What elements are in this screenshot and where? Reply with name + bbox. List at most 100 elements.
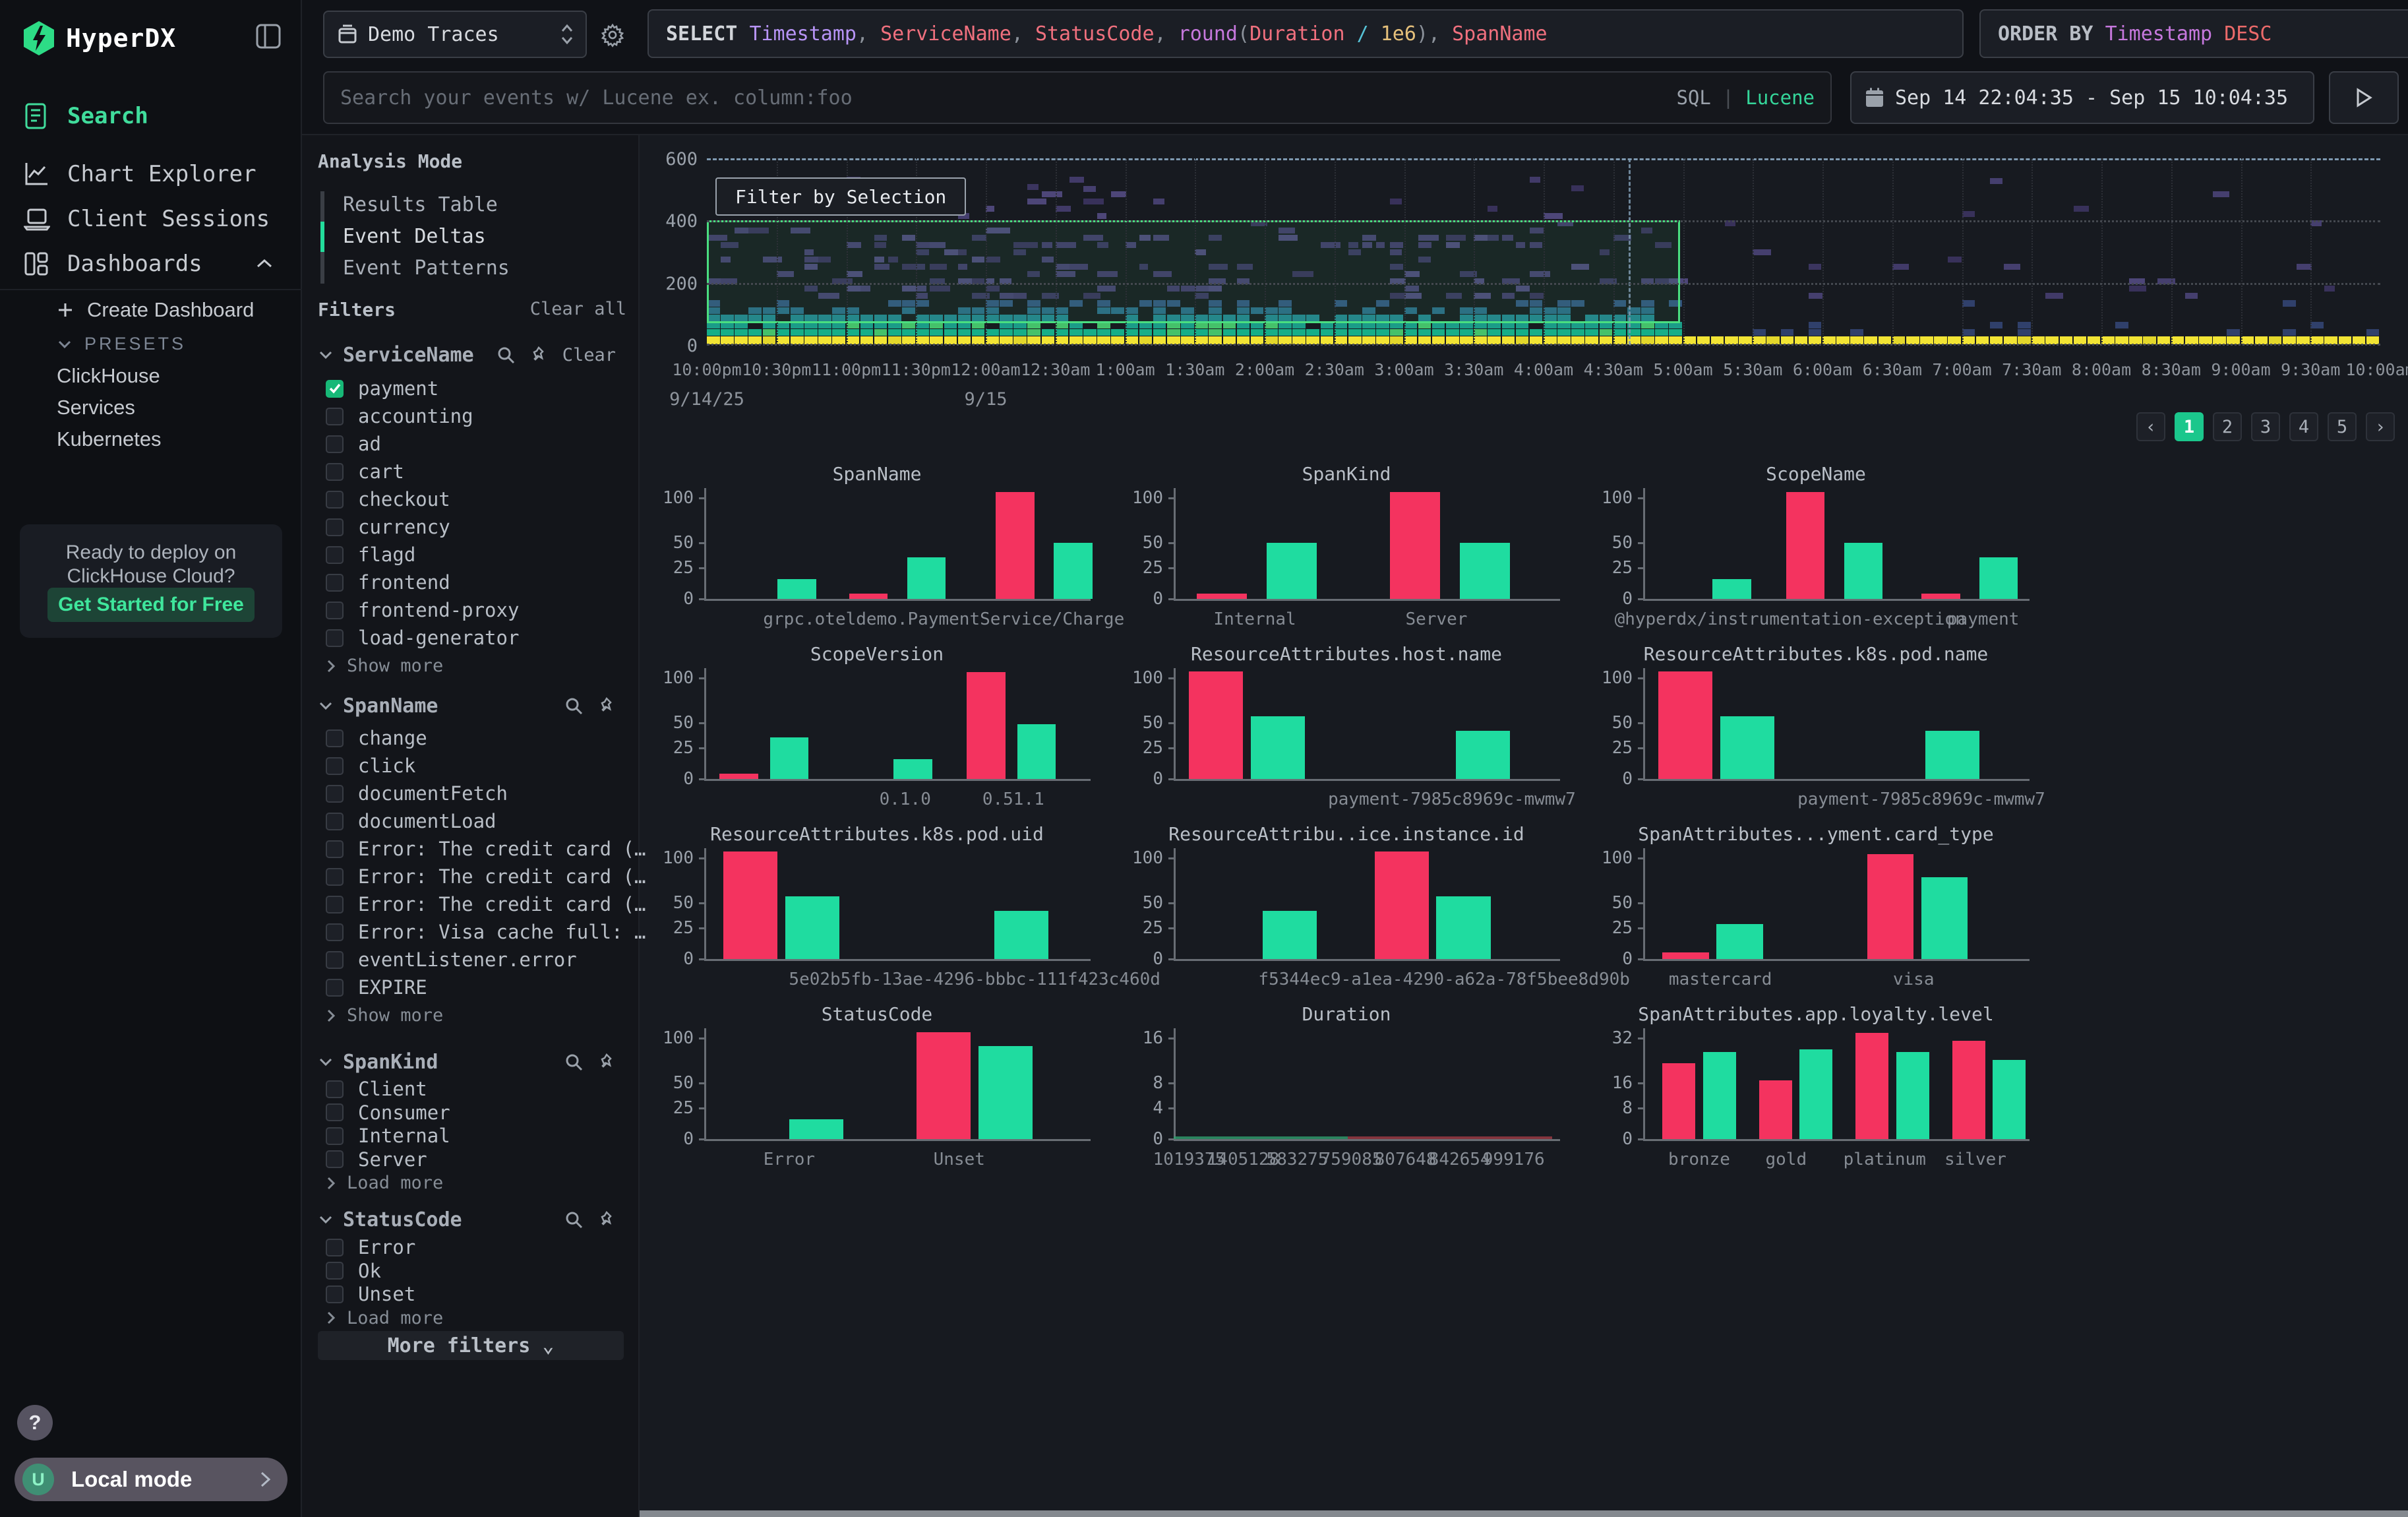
load-more-button[interactable]: Load more (326, 1308, 443, 1328)
sql-toggle[interactable]: SQL (1676, 86, 1710, 109)
create-dashboard-button[interactable]: Create Dashboard (57, 298, 254, 322)
filter-option-servicename[interactable]: frontend (326, 570, 616, 595)
search-icon[interactable] (564, 697, 583, 715)
pin-icon[interactable] (597, 697, 616, 715)
gear-icon[interactable] (600, 22, 625, 47)
checkbox[interactable] (326, 896, 344, 913)
filter-option-spankind[interactable]: Internal (326, 1123, 616, 1148)
mode-event-patterns[interactable]: Event Patterns (343, 257, 510, 280)
checkbox[interactable] (326, 1103, 344, 1121)
filter-option-servicename[interactable]: currency (326, 514, 616, 540)
clear-all-button[interactable]: Clear all (530, 299, 626, 319)
mode-event-deltas[interactable]: Event Deltas (343, 225, 486, 248)
filter-option-spanname[interactable]: Error: The credit card (… (326, 864, 616, 889)
help-button[interactable]: ? (17, 1405, 53, 1440)
pin-icon[interactable] (597, 1053, 616, 1071)
filter-option-statuscode[interactable]: Ok (326, 1258, 616, 1284)
filter-option-servicename[interactable]: frontend-proxy (326, 598, 616, 623)
filter-by-selection-button[interactable]: Filter by Selection (715, 177, 966, 216)
more-filters-button[interactable]: More filters ⌄ (318, 1331, 624, 1360)
checkbox[interactable] (326, 868, 344, 886)
checkbox[interactable] (326, 813, 344, 830)
filter-option-servicename[interactable]: checkout (326, 487, 616, 512)
filter-option-spanname[interactable]: documentLoad (326, 809, 616, 834)
search-icon[interactable] (497, 346, 515, 364)
filter-option-spanname[interactable]: Error: Visa cache full: … (326, 919, 616, 944)
sidebar-item-services[interactable]: Services (57, 396, 135, 419)
filter-option-servicename[interactable]: load-generator (326, 625, 616, 650)
page-button-2[interactable]: 2 (2213, 412, 2242, 441)
sidebar-item-search[interactable]: Search (24, 98, 281, 135)
pin-icon[interactable] (529, 346, 548, 364)
checkbox[interactable] (326, 1262, 344, 1280)
checkbox[interactable] (326, 574, 344, 592)
page-button-4[interactable]: 4 (2289, 412, 2318, 441)
sql-select-input[interactable]: SELECT Timestamp, ServiceName, StatusCod… (647, 9, 1964, 58)
filter-option-spankind[interactable]: Consumer (326, 1100, 616, 1125)
next-page-button[interactable]: › (2366, 412, 2395, 441)
run-query-button[interactable] (2329, 71, 2399, 124)
get-started-button[interactable]: Get Started for Free (47, 588, 255, 622)
checkbox[interactable] (326, 629, 344, 647)
search-icon[interactable] (564, 1210, 583, 1229)
pin-icon[interactable] (597, 1210, 616, 1229)
checkbox[interactable] (326, 923, 344, 941)
filter-option-servicename[interactable]: flagd (326, 542, 616, 567)
checkbox[interactable] (326, 463, 344, 481)
checkbox[interactable] (326, 951, 344, 969)
page-button-5[interactable]: 5 (2328, 412, 2357, 441)
presets-toggle[interactable]: PRESETS (57, 334, 186, 354)
filter-option-servicename[interactable]: cart (326, 459, 616, 484)
filter-option-spanname[interactable]: eventListener.error (326, 947, 616, 972)
sidebar-collapse-icon[interactable] (255, 22, 282, 50)
filter-option-spankind[interactable]: Server (326, 1147, 616, 1172)
mode-results-table[interactable]: Results Table (343, 193, 498, 216)
checkbox[interactable] (326, 491, 344, 509)
sidebar-item-client-sessions[interactable]: Client Sessions (24, 201, 281, 237)
sidebar-item-clickhouse[interactable]: ClickHouse (57, 364, 160, 388)
filter-group-header-spankind[interactable]: SpanKind (318, 1049, 628, 1075)
checkbox[interactable] (326, 979, 344, 997)
filter-option-servicename[interactable]: payment (326, 376, 616, 401)
filter-option-servicename[interactable]: ad (326, 431, 616, 456)
filter-option-spanname[interactable]: change (326, 726, 616, 751)
search-input[interactable]: Search your events w/ Lucene ex. column:… (323, 71, 1832, 124)
checkbox[interactable] (326, 1150, 344, 1168)
filter-option-statuscode[interactable]: Error (326, 1235, 616, 1260)
date-range-picker[interactable]: Sep 14 22:04:35 - Sep 15 10:04:35 (1850, 71, 2314, 124)
filter-group-header-servicename[interactable]: ServiceNameClear (318, 342, 628, 368)
checkbox[interactable] (326, 785, 344, 803)
page-button-3[interactable]: 3 (2251, 412, 2280, 441)
filter-option-servicename[interactable]: accounting (326, 404, 616, 429)
show-more-button[interactable]: Show more (326, 1005, 443, 1026)
checkbox[interactable] (326, 757, 344, 775)
clear-filter-button[interactable]: Clear (562, 345, 616, 365)
lucene-toggle[interactable]: Lucene (1745, 86, 1815, 109)
checkbox[interactable] (326, 1127, 344, 1145)
checkbox[interactable] (326, 518, 344, 536)
checkbox[interactable] (326, 1080, 344, 1098)
search-icon[interactable] (564, 1053, 583, 1071)
checkbox[interactable] (326, 602, 344, 619)
checkbox[interactable] (326, 1285, 344, 1303)
checkbox-checked[interactable] (326, 380, 344, 398)
filter-option-spanname[interactable]: Error: The credit card (… (326, 836, 616, 861)
checkbox[interactable] (326, 435, 344, 453)
filter-group-header-spanname[interactable]: SpanName (318, 693, 628, 719)
local-mode-button[interactable]: U Local mode (15, 1458, 287, 1501)
load-more-button[interactable]: Load more (326, 1173, 443, 1193)
checkbox[interactable] (326, 840, 344, 858)
source-select[interactable]: Demo Traces (323, 11, 587, 58)
checkbox[interactable] (326, 408, 344, 425)
filter-group-header-statuscode[interactable]: StatusCode (318, 1206, 628, 1233)
sidebar-item-dashboards[interactable]: Dashboards (24, 245, 281, 282)
filter-option-statuscode[interactable]: Unset (326, 1282, 616, 1307)
heatmap-selection-box[interactable] (707, 220, 1680, 323)
order-by-input[interactable]: ORDER BY Timestamp DESC (1979, 9, 2408, 58)
filter-option-spankind[interactable]: Client (326, 1076, 616, 1101)
checkbox[interactable] (326, 1239, 344, 1256)
checkbox[interactable] (326, 729, 344, 747)
prev-page-button[interactable]: ‹ (2136, 412, 2165, 441)
filter-option-spanname[interactable]: click (326, 753, 616, 778)
filter-option-spanname[interactable]: Error: The credit card (… (326, 892, 616, 917)
